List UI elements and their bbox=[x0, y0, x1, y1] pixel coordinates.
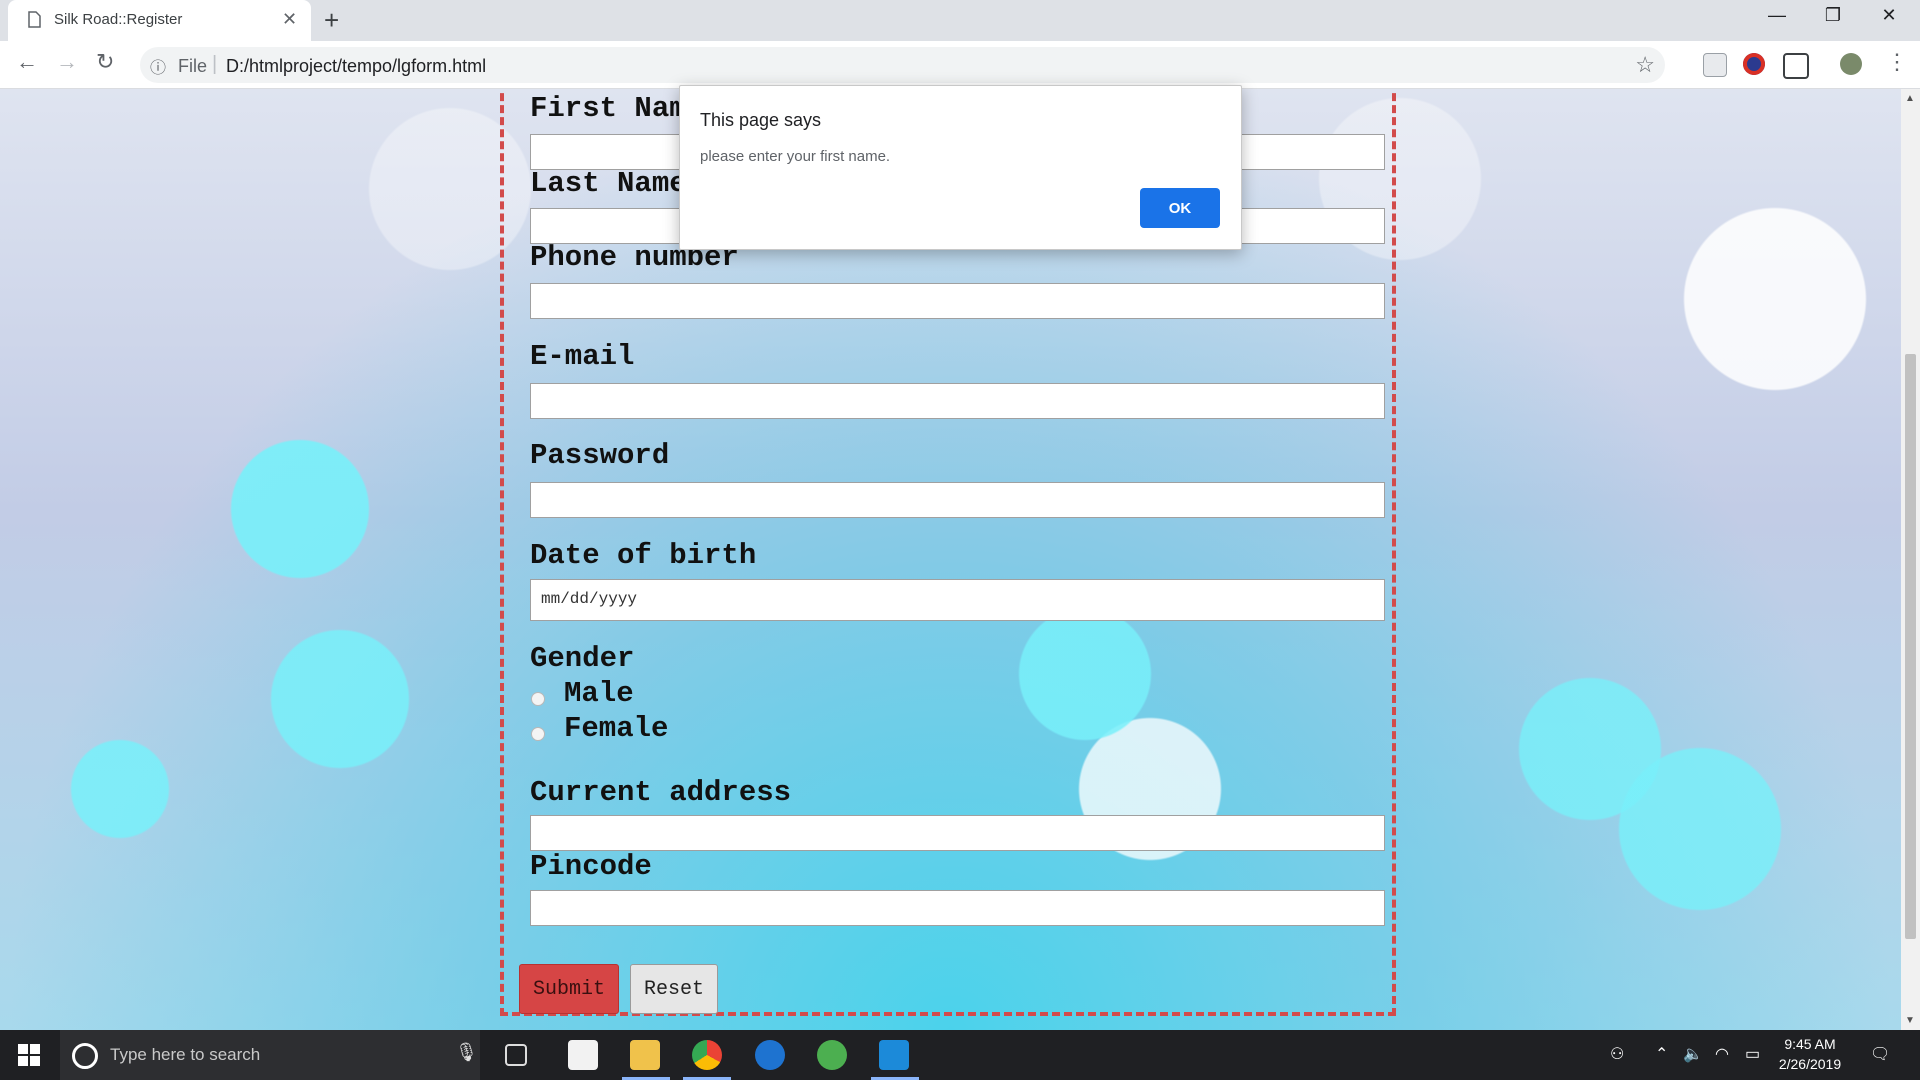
url-text[interactable]: D:/htmlproject/tempo/lgform.html bbox=[226, 56, 486, 77]
address-input[interactable] bbox=[530, 815, 1385, 851]
address-label: Current address bbox=[530, 776, 792, 809]
dialog-title: This page says bbox=[700, 110, 822, 130]
tab-title: Silk Road::Register bbox=[54, 11, 183, 28]
extension-block-icon[interactable] bbox=[1743, 53, 1765, 75]
scrollbar-thumb[interactable] bbox=[1905, 354, 1916, 939]
forward-arrow-icon[interactable]: → bbox=[56, 49, 78, 75]
email-input[interactable] bbox=[530, 383, 1385, 419]
phone-input[interactable] bbox=[530, 283, 1385, 319]
browser-toolbar: ← → ↻ ⓘ File | D:/htmlproject/tempo/lgfo… bbox=[0, 41, 1920, 89]
gender-female-radio[interactable] bbox=[531, 727, 545, 741]
edge-icon[interactable] bbox=[755, 1040, 785, 1070]
profile-avatar[interactable] bbox=[1840, 53, 1862, 75]
atom-icon[interactable] bbox=[817, 1040, 847, 1070]
clock[interactable]: 9:45 AM 2/26/2019 bbox=[1765, 1034, 1855, 1074]
chrome-icon[interactable] bbox=[692, 1040, 722, 1070]
menu-kebab-icon[interactable]: ⋮ bbox=[1886, 49, 1908, 75]
clock-time: 9:45 AM bbox=[1784, 1036, 1836, 1052]
minimize-button[interactable]: — bbox=[1754, 5, 1800, 26]
task-view-icon[interactable] bbox=[505, 1044, 527, 1066]
dialog-ok-button[interactable]: OK bbox=[1140, 188, 1220, 228]
windows-start-icon[interactable] bbox=[18, 1044, 40, 1066]
microphone-icon[interactable]: 🎙 bbox=[455, 1042, 478, 1063]
pincode-input[interactable] bbox=[530, 890, 1385, 926]
search-placeholder: Type here to search bbox=[110, 1045, 261, 1064]
new-tab-button[interactable]: + bbox=[324, 5, 339, 36]
gender-male-radio[interactable] bbox=[531, 692, 545, 706]
submit-button[interactable]: Submit bbox=[519, 964, 619, 1014]
windows-taskbar: Type here to search 🎙 ⚇ ⌃ 🔈 ◠ ▭ 9:45 AM … bbox=[0, 1030, 1920, 1080]
dialog-message: please enter your first name. bbox=[700, 148, 891, 165]
page-scrollbar[interactable]: ▲ ▼ bbox=[1901, 89, 1920, 1030]
url-scheme: File bbox=[178, 56, 208, 76]
first-name-label: First Name bbox=[530, 92, 705, 125]
gender-male-label[interactable]: Male bbox=[564, 677, 634, 710]
battery-icon[interactable]: ▭ bbox=[1745, 1044, 1760, 1064]
url-separator: | bbox=[212, 53, 218, 75]
taskbar-search[interactable]: Type here to search 🎙 bbox=[60, 1030, 480, 1080]
page-icon bbox=[28, 11, 41, 28]
store-icon[interactable] bbox=[568, 1040, 598, 1070]
bookmark-star-icon[interactable]: ☆ bbox=[1635, 52, 1655, 78]
password-label: Password bbox=[530, 439, 670, 472]
pincode-label: Pincode bbox=[530, 850, 652, 883]
tray-chevron-icon[interactable]: ⌃ bbox=[1655, 1044, 1668, 1064]
people-icon[interactable]: ⚇ bbox=[1610, 1044, 1624, 1064]
dob-label: Date of birth bbox=[530, 539, 757, 572]
email-label: E-mail bbox=[530, 340, 635, 373]
alert-dialog: This page says please enter your first n… bbox=[679, 85, 1242, 250]
gender-female-label[interactable]: Female bbox=[564, 712, 668, 745]
volume-icon[interactable]: 🔈 bbox=[1683, 1044, 1703, 1064]
last-name-label: Last Name bbox=[530, 167, 687, 200]
reset-button[interactable]: Reset bbox=[630, 964, 718, 1014]
clock-date: 2/26/2019 bbox=[1778, 1056, 1842, 1072]
scroll-down-arrow-icon[interactable]: ▼ bbox=[1905, 1015, 1915, 1026]
dob-placeholder: mm/dd/yyyy bbox=[541, 590, 638, 608]
dob-input[interactable]: mm/dd/yyyy bbox=[530, 579, 1385, 621]
scroll-up-arrow-icon[interactable]: ▲ bbox=[1905, 93, 1915, 104]
address-bar[interactable]: ⓘ File | D:/htmlproject/tempo/lgform.htm… bbox=[140, 47, 1665, 83]
notification-icon[interactable]: 🗨 bbox=[1870, 1044, 1890, 1064]
info-icon[interactable]: ⓘ bbox=[150, 54, 166, 78]
file-explorer-icon[interactable] bbox=[630, 1040, 660, 1070]
cortana-icon bbox=[72, 1043, 98, 1069]
reload-icon[interactable]: ↻ bbox=[96, 49, 114, 75]
restore-button[interactable]: ❐ bbox=[1810, 5, 1856, 26]
wifi-icon[interactable]: ◠ bbox=[1715, 1044, 1729, 1064]
tab-strip: Silk Road::Register ✕ + — ❐ ✕ bbox=[0, 0, 1920, 41]
browser-tab[interactable]: Silk Road::Register ✕ bbox=[8, 0, 311, 41]
extension-copy-icon[interactable] bbox=[1703, 53, 1727, 77]
extension-capture-icon[interactable] bbox=[1783, 53, 1809, 79]
tab-close-icon[interactable]: ✕ bbox=[282, 9, 297, 30]
close-window-button[interactable]: ✕ bbox=[1866, 5, 1912, 26]
wps-icon[interactable] bbox=[879, 1040, 909, 1070]
gender-label: Gender bbox=[530, 642, 635, 675]
back-arrow-icon[interactable]: ← bbox=[16, 49, 38, 75]
password-input[interactable] bbox=[530, 482, 1385, 518]
